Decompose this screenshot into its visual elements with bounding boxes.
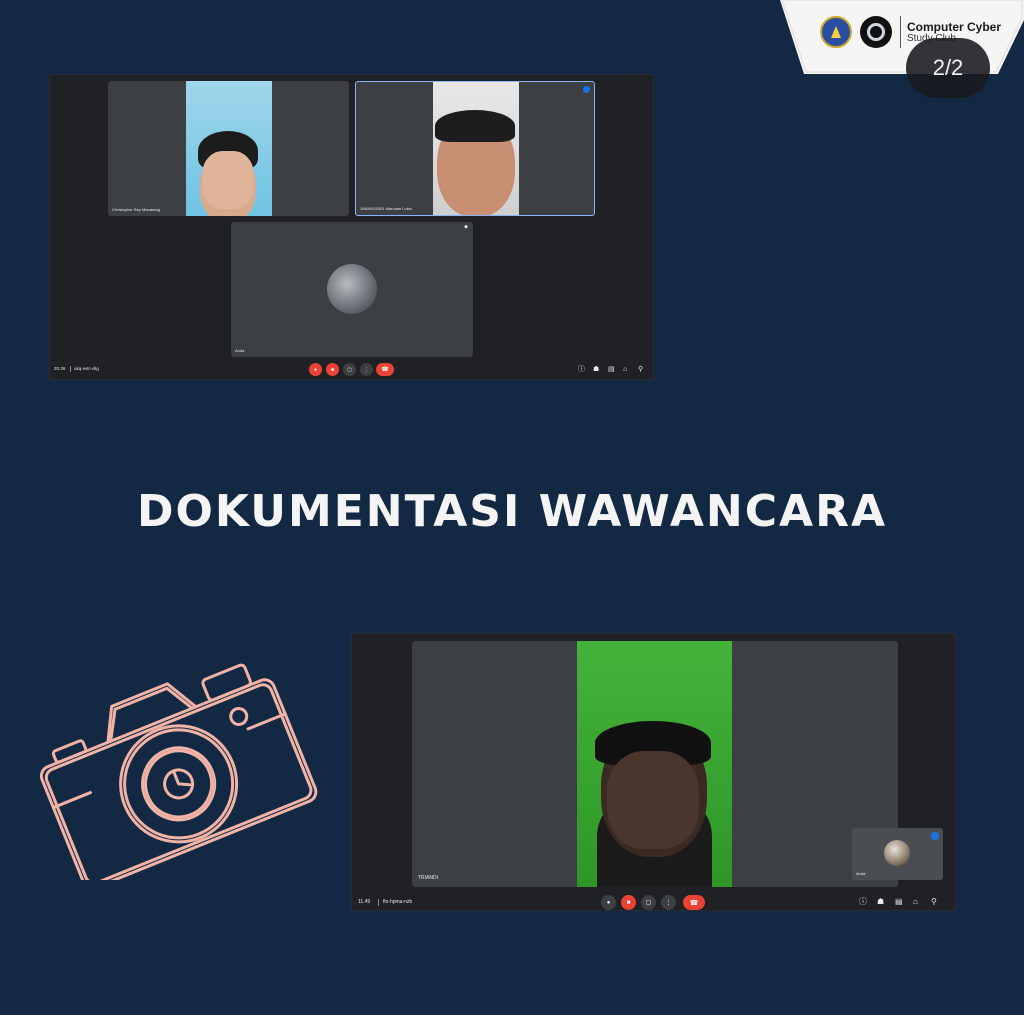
meet-screenshot-2: TRIANDI Anda 11.49 ftx-hpma-nzb ● ■ ▢ ⋮ …	[351, 633, 956, 911]
bar-separator	[70, 366, 71, 372]
participant-tile: TRIANDI	[412, 641, 898, 887]
more-options-icon[interactable]	[583, 86, 590, 93]
self-view-tile: Anda	[852, 828, 943, 880]
end-call-icon[interactable]: ☎	[376, 363, 394, 376]
meeting-code: ftx-hpma-nzb	[383, 899, 413, 905]
pin-icon[interactable]: ◆	[464, 225, 468, 230]
more-options-icon[interactable]	[931, 832, 939, 840]
participant-video	[186, 81, 272, 216]
participant-name: Anda	[856, 871, 866, 876]
brand-title: Computer Cyber	[907, 20, 1002, 34]
slide-counter: 2/2	[906, 38, 990, 98]
participant-tile: Christopher Rey Manarang	[108, 81, 349, 216]
participant-tile-active: 19609202001 Marulam Lubis	[355, 81, 595, 216]
club-logo	[860, 16, 892, 48]
end-call-icon[interactable]: ☎	[683, 895, 705, 910]
info-icon[interactable]: ⓘ	[578, 366, 585, 373]
meeting-time: 20.36	[54, 366, 66, 371]
more-icon[interactable]: ⋮	[661, 895, 676, 910]
activities-icon[interactable]: ⌂	[913, 898, 918, 906]
mic-icon[interactable]: ●	[601, 895, 616, 910]
people-icon[interactable]: ☗	[593, 366, 599, 373]
page-heading: DOKUMENTASI WAWANCARA	[136, 486, 888, 537]
lock-icon[interactable]: ⚲	[638, 366, 643, 373]
participant-name: 19609202001 Marulam Lubis	[360, 206, 412, 211]
meeting-time: 11.49	[358, 899, 371, 905]
activities-icon[interactable]: ⌂	[623, 366, 627, 373]
participant-video	[577, 641, 732, 887]
meet-screenshot-1: Christopher Rey Manarang 19609202001 Mar…	[49, 74, 654, 380]
chat-icon[interactable]: ▤	[895, 898, 903, 906]
brand-divider	[900, 16, 901, 48]
lock-icon[interactable]: ⚲	[931, 898, 937, 906]
mic-off-icon[interactable]: ●	[309, 363, 322, 376]
present-icon[interactable]: ▢	[343, 363, 356, 376]
participant-name: Christopher Rey Manarang	[112, 207, 161, 212]
more-icon[interactable]: ⋮	[360, 363, 373, 376]
avatar	[327, 264, 377, 314]
university-logo	[820, 16, 852, 48]
people-icon[interactable]: ☗	[877, 898, 884, 906]
camera-sketch-icon	[28, 650, 318, 890]
cam-off-icon[interactable]: ■	[621, 895, 636, 910]
meeting-code: ukq-vvtr-vbg	[74, 366, 99, 371]
participant-name: Anda	[235, 348, 245, 353]
participant-video	[433, 82, 519, 215]
bar-separator	[378, 899, 379, 906]
participant-name: TRIANDI	[418, 875, 438, 881]
cam-off-icon[interactable]: ■	[326, 363, 339, 376]
avatar	[884, 840, 910, 866]
info-icon[interactable]: ⓘ	[859, 898, 867, 906]
chat-icon[interactable]: ▤	[608, 366, 615, 373]
present-icon[interactable]: ▢	[641, 895, 656, 910]
participant-tile: ◆ Anda	[231, 222, 473, 357]
